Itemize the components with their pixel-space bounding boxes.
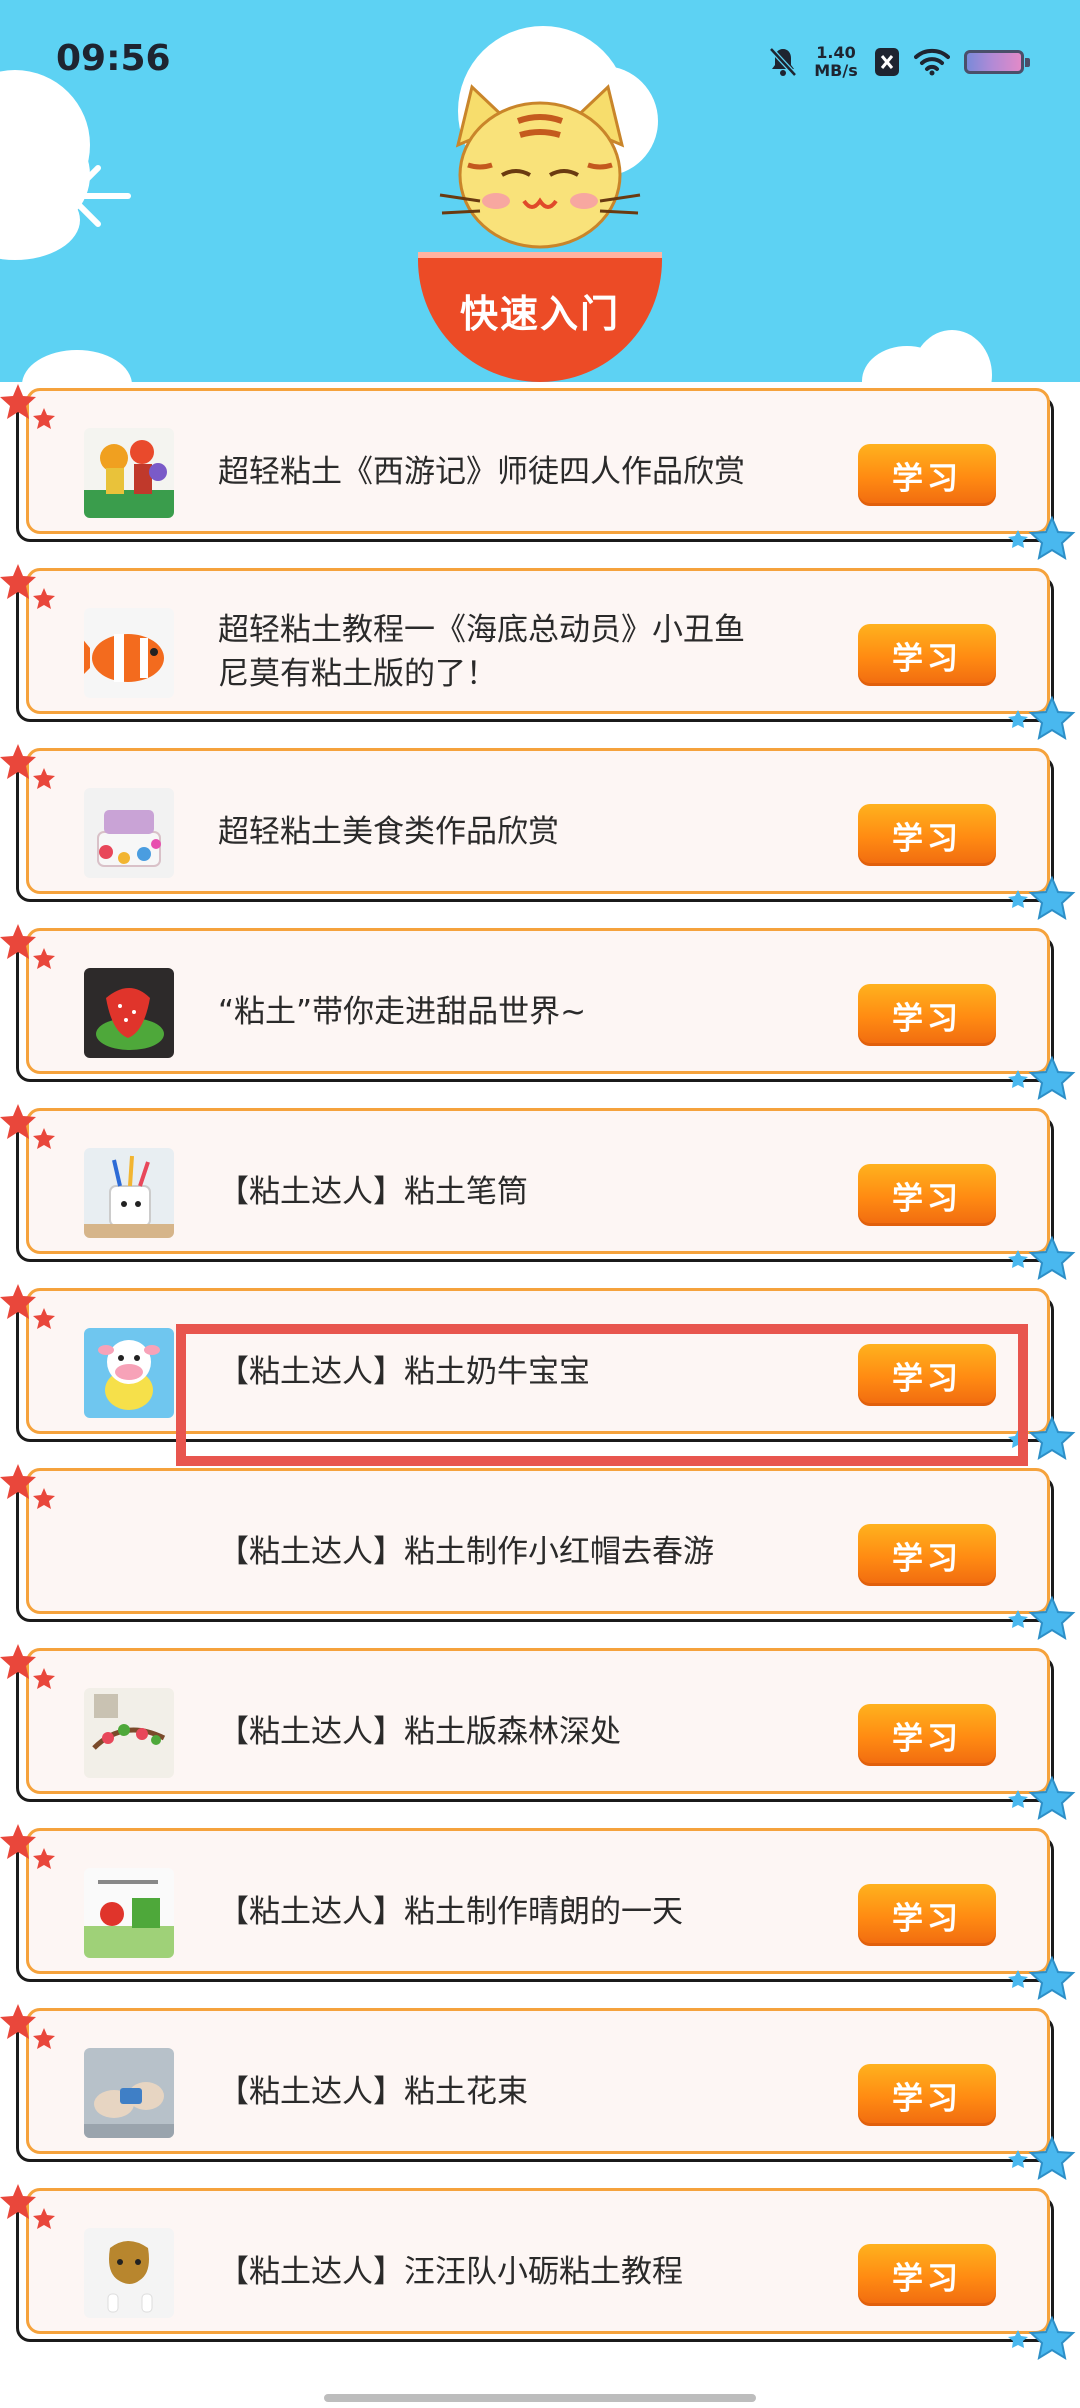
learn-button[interactable]: 学习 xyxy=(858,2244,996,2306)
red-star-icon xyxy=(0,564,55,609)
wifi-icon xyxy=(914,48,950,76)
blue-star-icon xyxy=(1008,2315,1076,2361)
list-item[interactable]: 【粘土达人】汪汪队小砺粘土教程 学习 xyxy=(0,2182,1080,2362)
item-title: 【粘土达人】粘土笔筒 xyxy=(218,1174,528,1210)
item-title: 【粘土达人】汪汪队小砺粘土教程 xyxy=(218,2254,683,2290)
red-star-icon xyxy=(0,2184,55,2229)
learn-button[interactable]: 学习 xyxy=(858,984,996,1046)
item-title: 【粘土达人】粘土花束 xyxy=(218,2074,528,2110)
title-bowl: 快速入门 xyxy=(418,252,662,382)
learn-button[interactable]: 学习 xyxy=(858,804,996,866)
thumbnail[interactable] xyxy=(84,1148,174,1238)
thumbnail[interactable] xyxy=(84,788,174,878)
red-star-icon xyxy=(0,924,55,969)
item-title: 【粘土达人】粘土版森林深处 xyxy=(218,1714,621,1750)
list-item[interactable]: “粘土”带你走进甜品世界~ 学习 xyxy=(0,922,1080,1102)
net-speed-unit: MB/s xyxy=(814,61,858,80)
header: 09:56 1.40 MB/s 快速入门 xyxy=(0,0,1080,382)
thumbnail[interactable] xyxy=(84,428,174,518)
red-star-icon xyxy=(0,384,55,429)
list-item[interactable]: 超轻粘土《西游记》师徒四人作品欣赏 学习 xyxy=(0,382,1080,562)
learn-button[interactable]: 学习 xyxy=(858,444,996,506)
item-title: 超轻粘土教程一《海底总动员》小丑鱼 尼莫有粘土版的了！ xyxy=(218,612,745,692)
cat-chef-mascot xyxy=(439,31,641,249)
list-item[interactable]: 【粘土达人】粘土花束 学习 xyxy=(0,2002,1080,2182)
item-title: 【粘土达人】粘土制作小红帽去春游 xyxy=(218,1534,714,1570)
red-star-icon xyxy=(0,744,55,789)
net-speed: 1.40 MB/s xyxy=(812,44,860,80)
no-sim-icon xyxy=(875,48,899,76)
red-star-icon xyxy=(0,1104,55,1149)
learn-button[interactable]: 学习 xyxy=(858,1524,996,1586)
list-item[interactable]: 【粘土达人】粘土制作晴朗的一天 学习 xyxy=(0,1822,1080,2002)
highlight-box xyxy=(176,1324,1028,1466)
learn-button[interactable]: 学习 xyxy=(858,1884,996,1946)
item-title: 超轻粘土美食类作品欣赏 xyxy=(218,814,559,850)
net-speed-value: 1.40 xyxy=(816,43,856,62)
red-star-icon xyxy=(0,1464,55,1509)
battery-icon xyxy=(964,50,1030,74)
page: 09:56 1.40 MB/s 快速入门 超轻粘土《西游记》师徒四人作品欣赏 学… xyxy=(0,0,1080,2408)
page-title: 快速入门 xyxy=(459,291,620,336)
list-item[interactable]: 【粘土达人】粘土制作小红帽去春游 学习 xyxy=(0,1462,1080,1642)
thumbnail[interactable] xyxy=(84,968,174,1058)
thumbnail[interactable] xyxy=(84,1328,174,1418)
status-icons: 1.40 MB/s xyxy=(768,42,1030,82)
learn-button[interactable]: 学习 xyxy=(858,624,996,686)
status-time: 09:56 xyxy=(56,38,171,79)
list-item[interactable]: 【粘土达人】粘土版森林深处 学习 xyxy=(0,1642,1080,1822)
thumbnail[interactable] xyxy=(84,1688,174,1778)
list-item[interactable]: 超轻粘土教程一《海底总动员》小丑鱼 尼莫有粘土版的了！ 学习 xyxy=(0,562,1080,742)
learn-button[interactable]: 学习 xyxy=(858,1164,996,1226)
thumbnail[interactable] xyxy=(84,2228,174,2318)
list-item[interactable]: 超轻粘土美食类作品欣赏 学习 xyxy=(0,742,1080,922)
item-title: “粘土”带你走进甜品世界~ xyxy=(218,994,587,1030)
red-star-icon xyxy=(0,1284,55,1329)
red-star-icon xyxy=(0,1644,55,1689)
back-arrow-icon[interactable] xyxy=(62,160,134,232)
red-star-icon xyxy=(0,1824,55,1869)
home-indicator[interactable] xyxy=(324,2394,756,2402)
item-title: 【粘土达人】粘土制作晴朗的一天 xyxy=(218,1894,683,1930)
thumbnail[interactable] xyxy=(84,2048,174,2138)
thumbnail[interactable] xyxy=(84,1868,174,1958)
learn-button[interactable]: 学习 xyxy=(858,1704,996,1766)
thumbnail[interactable] xyxy=(84,1508,174,1598)
item-title: 超轻粘土《西游记》师徒四人作品欣赏 xyxy=(218,454,745,490)
cloud xyxy=(912,330,992,382)
red-star-icon xyxy=(0,2004,55,2049)
cloud xyxy=(22,350,132,382)
list-item[interactable]: 【粘土达人】粘土笔筒 学习 xyxy=(0,1102,1080,1282)
bell-mute-icon xyxy=(769,47,797,77)
thumbnail[interactable] xyxy=(84,608,174,698)
learn-button[interactable]: 学习 xyxy=(858,2064,996,2126)
